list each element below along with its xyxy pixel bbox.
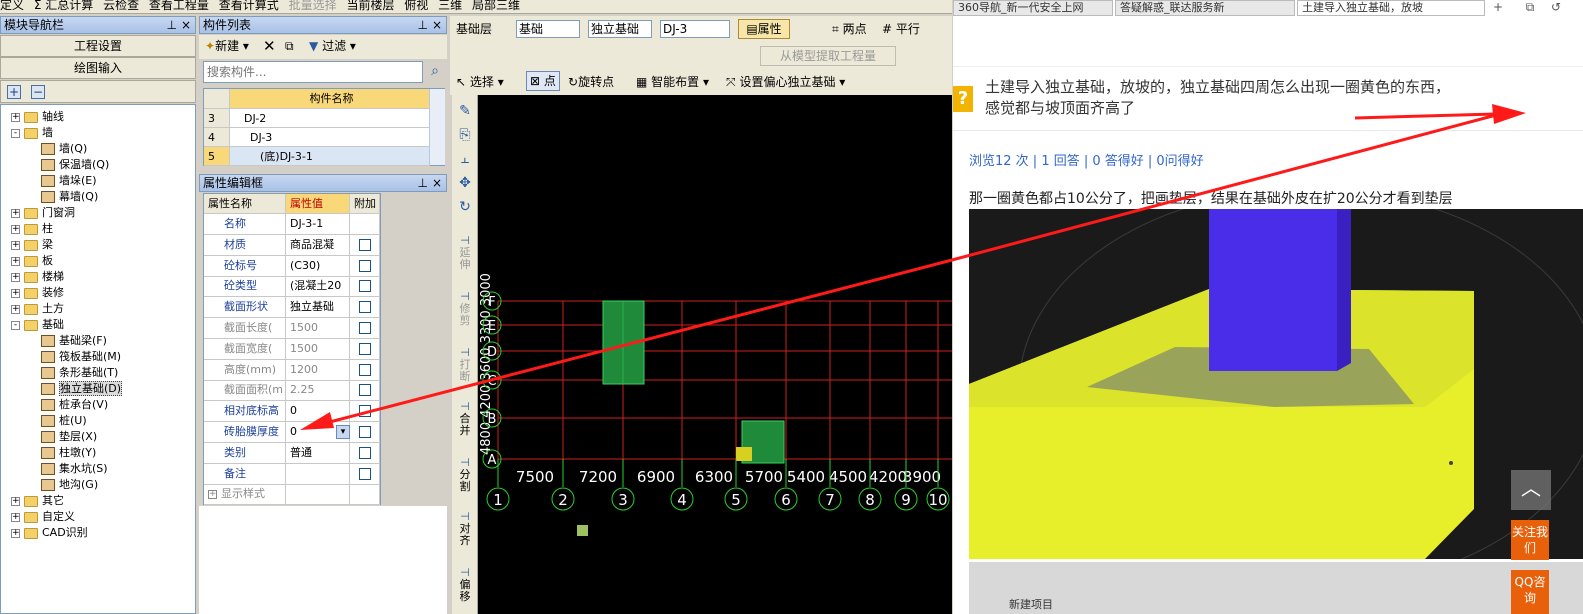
arrow-head bbox=[300, 412, 334, 430]
arrow-line bbox=[1354, 112, 1497, 120]
arrow-line bbox=[951, 112, 1501, 262]
annotation-arrows bbox=[300, 104, 1526, 430]
arrow-head bbox=[1492, 104, 1526, 124]
arrow-line bbox=[321, 258, 953, 426]
